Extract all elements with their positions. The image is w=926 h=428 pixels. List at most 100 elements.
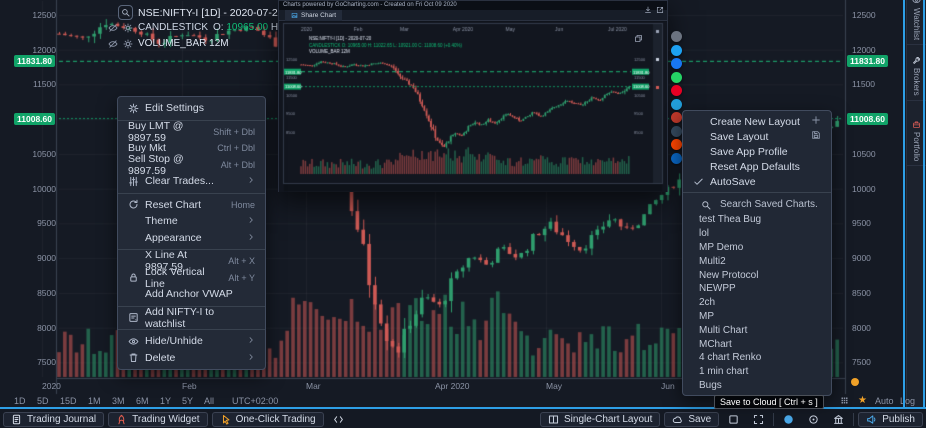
share-facebook-button[interactable] bbox=[671, 58, 682, 69]
menu-item[interactable]: Buy LMT @ 9897.59Shift + Dbl bbox=[118, 124, 265, 141]
price-tick: 10000 bbox=[32, 184, 56, 194]
saved-chart-item[interactable]: Multi Chart bbox=[683, 323, 831, 337]
menu-item[interactable]: Save App Profile bbox=[683, 144, 831, 159]
share-youtube-button[interactable] bbox=[671, 112, 682, 123]
eyeoff-icon bbox=[108, 39, 118, 49]
hide-series-icon[interactable] bbox=[108, 23, 118, 33]
timeframe-5Y[interactable]: 5Y bbox=[182, 396, 193, 406]
menu-divider bbox=[118, 193, 265, 194]
code-button[interactable] bbox=[328, 412, 349, 427]
share-chart-tab[interactable]: Share Chart bbox=[285, 10, 342, 21]
price-tick: 9500 bbox=[852, 218, 871, 228]
menu-item[interactable]: Reset ChartHome bbox=[118, 197, 265, 214]
toolbar-divider bbox=[773, 413, 774, 426]
saved-chart-item[interactable]: NEWPP bbox=[683, 282, 831, 296]
saved-chart-item[interactable]: Bugs bbox=[683, 379, 831, 393]
share-telegram-button[interactable] bbox=[671, 99, 682, 110]
saved-chart-item[interactable]: MChart bbox=[683, 337, 831, 351]
menu-item[interactable]: Theme bbox=[118, 213, 265, 230]
eyeoff-icon bbox=[108, 23, 118, 33]
reset-icon bbox=[128, 199, 139, 210]
chev-icon bbox=[247, 336, 255, 344]
saved-chart-item[interactable]: 1 min chart bbox=[683, 365, 831, 379]
bottom-toolbar: Trading Journal Trading Widget One-Click T… bbox=[0, 410, 926, 428]
timeframe-5D[interactable]: 5D bbox=[37, 396, 49, 406]
one-click-trading-button[interactable]: One-Click Trading bbox=[212, 412, 324, 427]
layout-icon bbox=[548, 414, 559, 425]
active-chart-border-right bbox=[903, 0, 905, 409]
auto-scale-button[interactable]: Auto bbox=[875, 396, 894, 406]
menu-item[interactable]: Delete bbox=[118, 350, 265, 367]
notification-dot[interactable] bbox=[851, 378, 859, 386]
gear-icon bbox=[123, 23, 133, 33]
share-whatsapp-button[interactable] bbox=[671, 72, 682, 83]
price-tick: 8500 bbox=[852, 288, 871, 298]
favorite-star-icon[interactable]: ★ bbox=[858, 395, 867, 406]
camera-button[interactable] bbox=[778, 412, 799, 427]
expand-button[interactable] bbox=[748, 412, 769, 427]
menu-item[interactable]: Save Layout bbox=[683, 129, 831, 144]
symbol-search-icon[interactable] bbox=[118, 5, 133, 20]
popup-tab-bar: Share Chart bbox=[279, 10, 667, 21]
copy-image-icon[interactable] bbox=[634, 30, 643, 48]
share-reddit-button[interactable] bbox=[671, 139, 682, 150]
share-linkedin-button[interactable] bbox=[671, 153, 682, 164]
menu-item[interactable]: Reset App Defaults bbox=[683, 159, 831, 174]
timeframe-1M[interactable]: 1M bbox=[88, 396, 101, 406]
target-button[interactable] bbox=[803, 412, 824, 427]
saved-chart-item[interactable]: MP bbox=[683, 310, 831, 324]
grid-settings-icon[interactable] bbox=[840, 396, 849, 405]
save-button[interactable]: Save bbox=[664, 412, 719, 427]
share-pinterest-button[interactable] bbox=[671, 85, 682, 96]
timeframe-3M[interactable]: 3M bbox=[112, 396, 125, 406]
trading-widget-button[interactable]: Trading Widget bbox=[108, 412, 207, 427]
timezone-label[interactable]: UTC+02:00 bbox=[232, 396, 278, 406]
price-tick: 7500 bbox=[852, 357, 871, 367]
chev-icon bbox=[247, 176, 255, 184]
saved-chart-item[interactable]: New Protocol bbox=[683, 268, 831, 282]
saved-chart-item[interactable]: Multi2 bbox=[683, 254, 831, 268]
chev-icon bbox=[247, 233, 255, 241]
price-tick: 8000 bbox=[852, 323, 871, 333]
price-tick: 9000 bbox=[37, 253, 56, 263]
sliders-icon bbox=[128, 176, 139, 187]
saved-chart-item[interactable]: lol bbox=[683, 227, 831, 241]
menu-item[interactable]: Edit Settings bbox=[118, 100, 265, 117]
saved-chart-item[interactable]: MP Demo bbox=[683, 241, 831, 255]
timeframe-6M[interactable]: 6M bbox=[136, 396, 149, 406]
price-tick: 10500 bbox=[32, 149, 56, 159]
menu-item[interactable]: Appearance bbox=[118, 230, 265, 247]
square-button[interactable] bbox=[723, 412, 744, 427]
menu-item[interactable]: Lock Vertical LineAlt + Y bbox=[118, 270, 265, 287]
series-settings-icon[interactable] bbox=[123, 23, 133, 33]
price-tick: 8500 bbox=[37, 288, 56, 298]
gear-icon bbox=[128, 103, 139, 114]
timeframe-15D[interactable]: 15D bbox=[60, 396, 77, 406]
share-twitter-button[interactable] bbox=[671, 45, 682, 56]
share-copy-link-button[interactable] bbox=[671, 31, 682, 42]
bank-button[interactable] bbox=[828, 412, 849, 427]
hide-volume-icon[interactable] bbox=[108, 39, 118, 49]
saved-charts-search[interactable]: Search Saved Charts. bbox=[683, 196, 831, 213]
menu-item[interactable]: AutoSave bbox=[683, 174, 831, 189]
menu-item[interactable]: Create New Layout bbox=[683, 114, 831, 129]
saved-chart-item[interactable]: test Thea Bug bbox=[683, 213, 831, 227]
saved-chart-item[interactable]: 4 chart Renko bbox=[683, 351, 831, 365]
saved-chart-item[interactable]: 2ch bbox=[683, 296, 831, 310]
timeframe-1Y[interactable]: 1Y bbox=[160, 396, 171, 406]
timeframe-1D[interactable]: 1D bbox=[14, 396, 26, 406]
open-external-icon[interactable] bbox=[656, 1, 664, 19]
single-chart-layout-button[interactable]: Single-Chart Layout bbox=[540, 412, 660, 427]
volume-settings-icon[interactable] bbox=[123, 39, 133, 49]
share-tumblr-button[interactable] bbox=[671, 126, 682, 137]
last-price-label-right: 11008.60 bbox=[847, 113, 888, 125]
download-icon[interactable] bbox=[644, 1, 652, 19]
menu-item[interactable]: Add Anchor VWAP bbox=[118, 286, 265, 303]
publish-button[interactable]: Publish bbox=[858, 412, 923, 427]
timeframe-All[interactable]: All bbox=[204, 396, 214, 406]
menu-item[interactable]: Sell Stop @ 9897.59Alt + Dbl bbox=[118, 157, 265, 174]
menu-item[interactable]: Hide/Unhide bbox=[118, 333, 265, 350]
trading-journal-button[interactable]: Trading Journal bbox=[3, 412, 104, 427]
menu-item[interactable]: Clear Trades... bbox=[118, 173, 265, 190]
menu-item[interactable]: Add NIFTY-I to watchlist bbox=[118, 310, 265, 327]
